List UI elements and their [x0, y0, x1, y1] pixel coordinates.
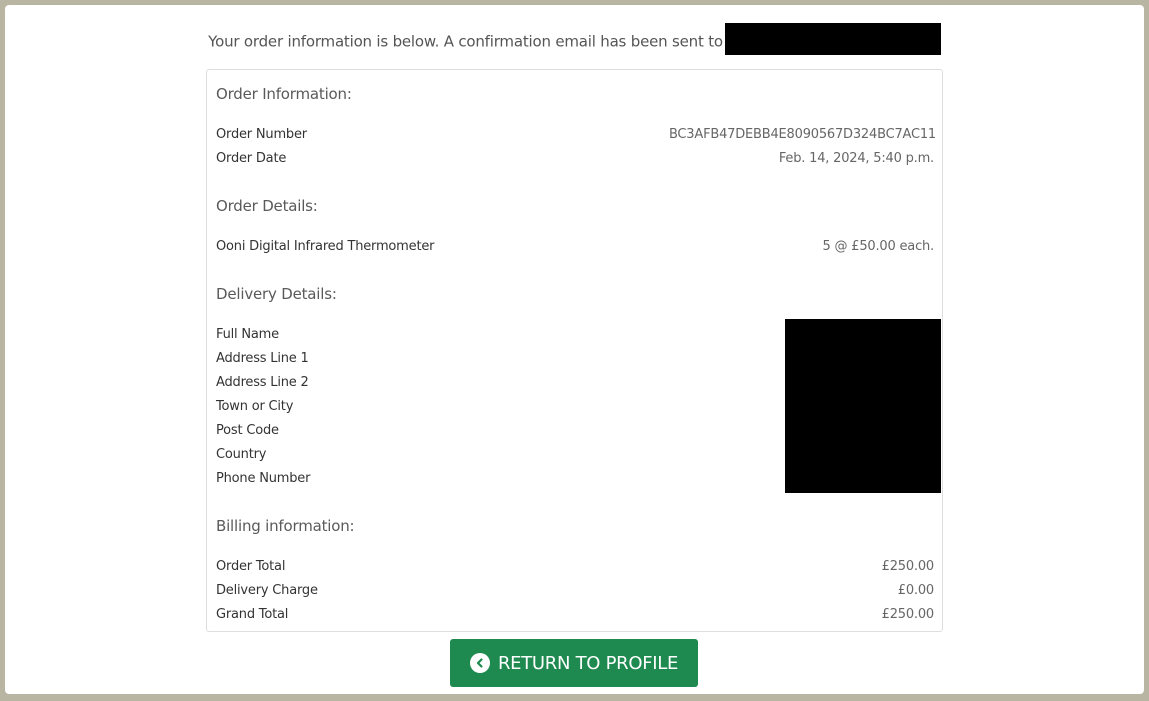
- grand-total-value: £250.00: [881, 607, 935, 622]
- phone-number-label: Phone Number: [216, 471, 311, 486]
- grand-total-label: Grand Total: [216, 607, 289, 622]
- product-quantity-price: 5 @ £50.00 each.: [822, 239, 935, 254]
- order-date-value: Feb. 14, 2024, 5:40 p.m.: [778, 151, 934, 166]
- order-date-label: Order Date: [216, 151, 287, 166]
- order-number-label: Order Number: [216, 127, 307, 142]
- delivery-charge-row: Delivery Charge £0.00: [216, 583, 934, 603]
- product-name: Ooni Digital Infrared Thermometer: [216, 239, 435, 254]
- redacted-delivery-values: [785, 319, 941, 493]
- order-number-value: BC3AFB47DEBB4E8090567D324BC7AC11: [668, 127, 936, 142]
- order-number-row: Order Number BC3AFB47DEBB4E8090567D324BC…: [216, 127, 936, 147]
- return-to-profile-label: RETURN TO PROFILE: [497, 652, 679, 674]
- address-line-1-label: Address Line 1: [216, 351, 309, 366]
- redacted-email: [724, 23, 941, 55]
- delivery-charge-label: Delivery Charge: [216, 583, 318, 598]
- post-code-label: Post Code: [216, 423, 279, 438]
- delivery-details-title: Delivery Details:: [216, 285, 337, 303]
- delivery-charge-value: £0.00: [897, 583, 934, 598]
- address-line-2-label: Address Line 2: [216, 375, 309, 390]
- intro-message: Your order information is below. A confi…: [5, 23, 1144, 55]
- order-total-row: Order Total £250.00: [216, 559, 934, 579]
- order-summary-card: Order Information: Order Number BC3AFB47…: [206, 69, 943, 632]
- order-information-title: Order Information:: [216, 85, 352, 103]
- order-date-row: Order Date Feb. 14, 2024, 5:40 p.m.: [216, 151, 934, 171]
- town-or-city-label: Town or City: [216, 399, 294, 414]
- grand-total-row: Grand Total £250.00: [216, 607, 934, 627]
- return-to-profile-button[interactable]: RETURN TO PROFILE: [450, 639, 698, 687]
- country-label: Country: [216, 447, 267, 462]
- full-name-label: Full Name: [216, 327, 279, 342]
- order-total-value: £250.00: [881, 559, 935, 574]
- intro-text: Your order information is below. A confi…: [208, 32, 723, 51]
- order-item-row: Ooni Digital Infrared Thermometer 5 @ £5…: [216, 239, 934, 259]
- billing-information-title: Billing information:: [216, 517, 355, 535]
- page-frame: Your order information is below. A confi…: [5, 5, 1144, 694]
- order-total-label: Order Total: [216, 559, 286, 574]
- chevron-left-circle-icon: [469, 653, 490, 673]
- order-details-title: Order Details:: [216, 197, 318, 215]
